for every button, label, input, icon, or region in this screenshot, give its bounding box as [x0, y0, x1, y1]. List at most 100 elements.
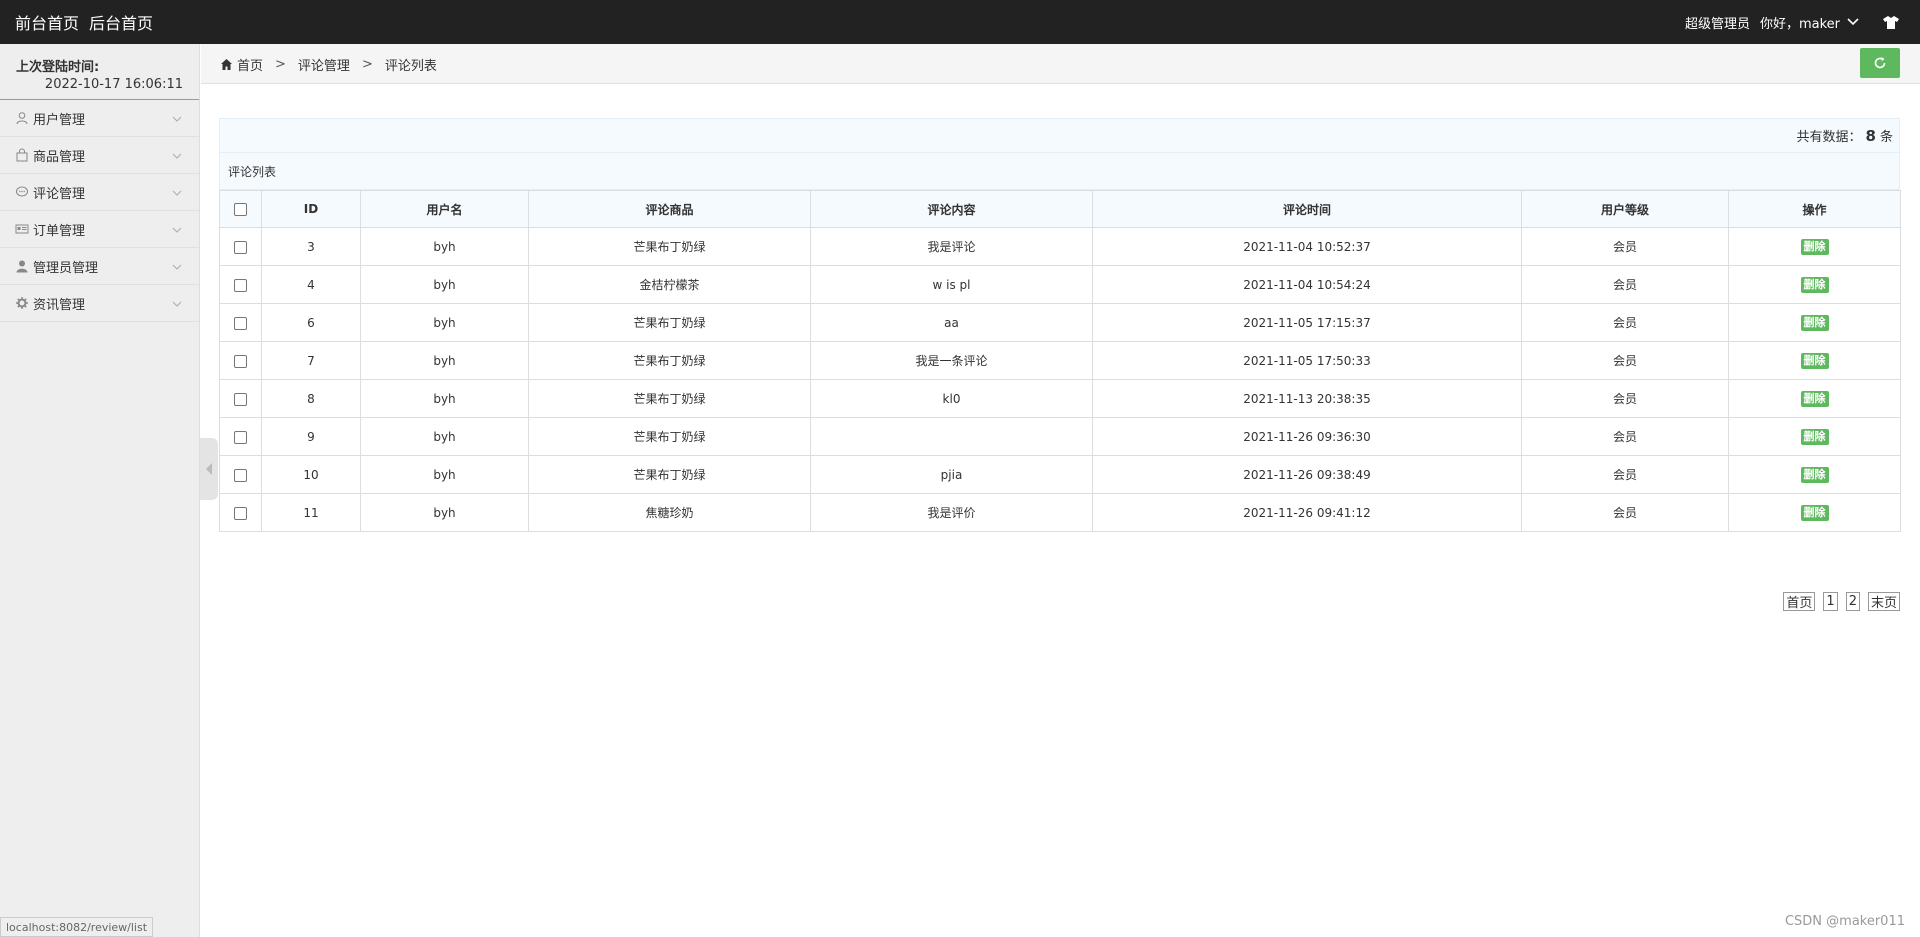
sidebar-item-admin-management[interactable]: 管理员管理 [0, 248, 199, 285]
sidebar-collapse-toggle[interactable] [200, 438, 218, 500]
chevron-down-icon [172, 153, 182, 159]
row-select-cell [219, 379, 262, 418]
cell-product: 芒果布丁奶绿 [528, 379, 811, 418]
cell-action: 删除 [1728, 379, 1901, 418]
cell-time: 2021-11-04 10:52:37 [1092, 227, 1522, 266]
delete-button[interactable]: 删除 [1800, 352, 1829, 369]
main-content: 共有数据： 8 条 评论列表 ID 用户名 评论商品 评论内容 评论时间 用户等… [219, 118, 1901, 532]
summary-suffix: 条 [1879, 130, 1893, 145]
row-checkbox[interactable] [234, 278, 247, 292]
table-row: 10 byh 芒果布丁奶绿 pjia 2021-11-26 09:38:49 会… [219, 455, 1901, 494]
delete-button[interactable]: 删除 [1800, 276, 1829, 293]
sidebar-item-news-management[interactable]: 资讯管理 [0, 285, 199, 322]
cell-content: kl0 [810, 379, 1093, 418]
sidebar-item-label: 管理员管理 [33, 260, 99, 276]
breadcrumb-separator: > [275, 56, 286, 72]
row-select-cell [219, 341, 262, 380]
watermark: CSDN @maker011 [1784, 914, 1905, 929]
cell-username: byh [360, 417, 529, 456]
refresh-icon [1874, 57, 1886, 69]
cell-id: 6 [261, 303, 361, 342]
back-home-link[interactable]: 后台首页 [89, 10, 153, 34]
cell-level: 会员 [1521, 379, 1729, 418]
row-checkbox[interactable] [234, 354, 247, 368]
chevron-down-icon[interactable] [1844, 13, 1862, 31]
select-all-checkbox[interactable] [234, 203, 247, 216]
sidebar: 上次登陆时间: 2022-10-17 16:06:11 用户管理 商品管理 评论… [0, 44, 200, 937]
cell-level: 会员 [1521, 341, 1729, 380]
row-select-cell [219, 265, 262, 304]
delete-button[interactable]: 删除 [1800, 390, 1829, 407]
sidebar-menu: 用户管理 商品管理 评论管理 订单管理 管理员管理 资讯管理 [0, 100, 199, 322]
sidebar-item-product-management[interactable]: 商品管理 [0, 137, 199, 174]
order-card-icon [15, 224, 29, 234]
comment-icon [16, 186, 28, 197]
row-checkbox[interactable] [234, 506, 247, 520]
top-nav-links: 前台首页 后台首页 [15, 0, 153, 44]
cell-id: 11 [261, 493, 361, 532]
user-menu[interactable]: 超级管理员 你好，maker [1685, 0, 1920, 44]
header-time: 评论时间 [1092, 190, 1522, 228]
pager-page-1[interactable]: 1 [1823, 592, 1838, 611]
row-checkbox[interactable] [234, 316, 247, 330]
table-row: 7 byh 芒果布丁奶绿 我是一条评论 2021-11-05 17:50:33 … [219, 341, 1901, 380]
cell-username: byh [360, 341, 529, 380]
cell-content [810, 417, 1093, 456]
header-level: 用户等级 [1521, 190, 1729, 228]
refresh-button[interactable] [1860, 48, 1900, 78]
cell-action: 删除 [1728, 341, 1901, 380]
cell-id: 10 [261, 455, 361, 494]
cell-username: byh [360, 493, 529, 532]
skin-shirt-icon[interactable] [1882, 13, 1900, 31]
header-product: 评论商品 [528, 190, 811, 228]
cell-time: 2021-11-04 10:54:24 [1092, 265, 1522, 304]
delete-button[interactable]: 删除 [1800, 238, 1829, 255]
cell-product: 焦糖珍奶 [528, 493, 811, 532]
row-checkbox[interactable] [234, 240, 247, 254]
pager-page-2[interactable]: 2 [1845, 592, 1860, 611]
row-checkbox[interactable] [234, 392, 247, 406]
admin-icon [16, 260, 28, 273]
chevron-down-icon [172, 227, 182, 233]
cell-id: 9 [261, 417, 361, 456]
cell-action: 删除 [1728, 303, 1901, 342]
last-login-time: 2022-10-17 16:06:11 [44, 77, 183, 92]
delete-button[interactable]: 删除 [1800, 428, 1829, 445]
home-icon [221, 58, 232, 70]
cell-action: 删除 [1728, 227, 1901, 266]
sidebar-item-label: 订单管理 [33, 223, 86, 239]
row-checkbox[interactable] [234, 468, 247, 482]
header-username: 用户名 [360, 190, 529, 228]
cell-level: 会员 [1521, 417, 1729, 456]
cell-product: 芒果布丁奶绿 [528, 303, 811, 342]
cell-content: w is pl [810, 265, 1093, 304]
cell-action: 删除 [1728, 455, 1901, 494]
delete-button[interactable]: 删除 [1800, 314, 1829, 331]
cell-action: 删除 [1728, 265, 1901, 304]
cell-level: 会员 [1521, 493, 1729, 532]
pager-last[interactable]: 末页 [1867, 592, 1900, 611]
top-navbar: 前台首页 后台首页 超级管理员 你好，maker [0, 0, 1920, 44]
sidebar-item-order-management[interactable]: 订单管理 [0, 211, 199, 248]
breadcrumb-home[interactable]: 首页 [237, 55, 263, 74]
delete-button[interactable]: 删除 [1800, 466, 1829, 483]
cell-username: byh [360, 379, 529, 418]
last-login-label: 上次登陆时间: [16, 60, 100, 75]
cell-content: 我是评论 [810, 227, 1093, 266]
row-checkbox[interactable] [234, 430, 247, 444]
row-select-cell [219, 417, 262, 456]
table-row: 9 byh 芒果布丁奶绿 2021-11-26 09:36:30 会员 删除 [219, 417, 1901, 456]
cell-time: 2021-11-26 09:38:49 [1092, 455, 1522, 494]
cell-product: 芒果布丁奶绿 [528, 455, 811, 494]
table-row: 11 byh 焦糖珍奶 我是评价 2021-11-26 09:41:12 会员 … [219, 493, 1901, 532]
pager-first[interactable]: 首页 [1783, 592, 1816, 611]
sidebar-item-label: 商品管理 [33, 149, 86, 165]
sidebar-item-user-management[interactable]: 用户管理 [0, 100, 199, 137]
front-home-link[interactable]: 前台首页 [15, 10, 79, 34]
sidebar-item-comment-management[interactable]: 评论管理 [0, 174, 199, 211]
cell-product: 芒果布丁奶绿 [528, 341, 811, 380]
delete-button[interactable]: 删除 [1800, 504, 1829, 521]
user-greeting[interactable]: 你好，maker [1760, 13, 1840, 32]
triangle-left-icon [206, 463, 212, 475]
cell-content: pjia [810, 455, 1093, 494]
